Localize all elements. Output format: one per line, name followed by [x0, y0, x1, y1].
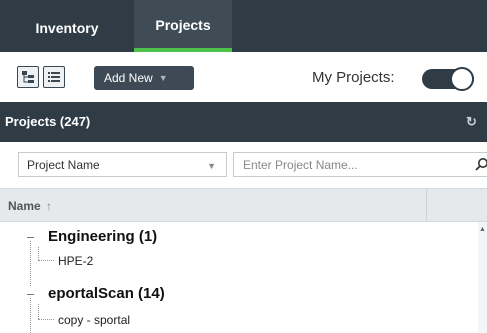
- project-name-search-input[interactable]: [233, 152, 487, 177]
- tab-inventory-label: Inventory: [35, 20, 99, 36]
- tree-scrollbar[interactable]: ▲: [478, 222, 487, 333]
- chevron-down-icon: ▼: [158, 73, 168, 83]
- projects-panel-header: Projects (247) ↻: [0, 102, 487, 142]
- list-view-button[interactable]: [43, 66, 65, 88]
- tab-inventory[interactable]: Inventory: [0, 0, 134, 52]
- filter-row: Project Name ▼: [0, 142, 487, 188]
- panel-title: Projects (247): [5, 114, 91, 129]
- collapse-icon[interactable]: [27, 237, 34, 238]
- tree-connector: [38, 304, 39, 319]
- tree-leaf-hpe-2[interactable]: HPE-2: [58, 254, 93, 268]
- top-nav: Inventory Projects: [0, 0, 487, 52]
- column-divider[interactable]: [426, 189, 427, 223]
- project-tree: Engineering (1) HPE-2 eportalScan (14) c…: [0, 222, 478, 333]
- tree-view-icon: [22, 71, 34, 83]
- tab-projects[interactable]: Projects: [134, 0, 232, 52]
- list-view-icon: [48, 72, 60, 82]
- column-header: Name ↑: [0, 188, 487, 223]
- tree-node-eportalscan[interactable]: eportalScan (14): [48, 285, 165, 302]
- add-new-button[interactable]: Add New ▼: [94, 66, 194, 90]
- refresh-icon[interactable]: ↻: [466, 114, 477, 130]
- filter-field-select[interactable]: Project Name ▼: [18, 152, 227, 177]
- sort-ascending-icon: ↑: [46, 199, 53, 213]
- filter-field-value: Project Name: [27, 157, 100, 172]
- tree-connector: [38, 247, 39, 260]
- tree-connector: [30, 241, 31, 286]
- tree-view-button[interactable]: [17, 66, 39, 88]
- scroll-up-icon[interactable]: ▲: [479, 226, 486, 233]
- tree-leaf-copy-sportal[interactable]: copy - sportal: [58, 313, 130, 327]
- name-column-header[interactable]: Name ↑: [8, 199, 52, 213]
- tree-connector: [30, 298, 31, 333]
- chevron-down-icon: ▼: [207, 161, 216, 171]
- search-icon[interactable]: [475, 157, 487, 171]
- tree-node-engineering[interactable]: Engineering (1): [48, 228, 157, 245]
- tree-connector: [38, 260, 54, 261]
- add-new-label: Add New: [104, 71, 153, 85]
- toggle-knob: [450, 67, 474, 91]
- my-projects-label: My Projects:: [312, 69, 395, 86]
- name-column-label: Name: [8, 199, 41, 213]
- tab-projects-label: Projects: [155, 17, 211, 33]
- my-projects-toggle[interactable]: [422, 67, 474, 91]
- collapse-icon[interactable]: [27, 294, 34, 295]
- tree-connector: [38, 319, 54, 320]
- projects-toolbar: Add New ▼ My Projects:: [0, 52, 487, 102]
